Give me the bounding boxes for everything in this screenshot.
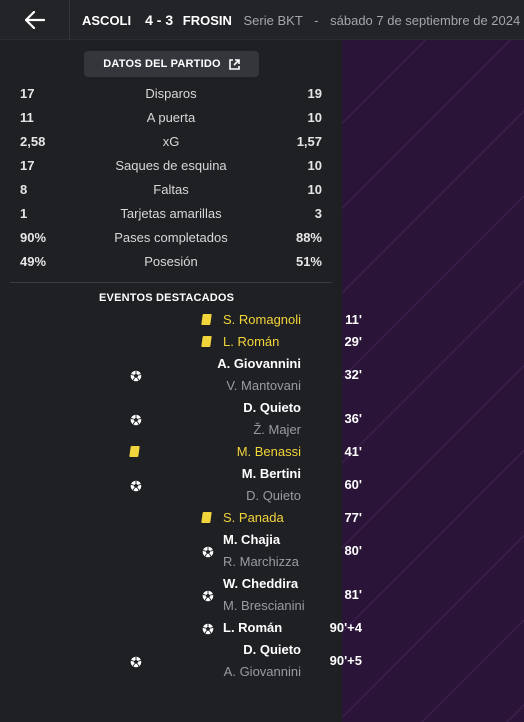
event-minute: 80' [344, 543, 362, 558]
stat-row: 8 Faltas 10 [20, 182, 322, 200]
back-button[interactable] [0, 0, 70, 40]
event-minute: 81' [344, 587, 362, 602]
home-team-name: ASCOLI [82, 13, 132, 28]
event-minute: 90'+4 [329, 620, 362, 635]
goal-scorer[interactable]: L. Román [223, 620, 282, 635]
event-minute: 32' [344, 367, 362, 382]
event-minute: 41' [344, 444, 362, 459]
stat-row: 1 Tarjetas amarillas 3 [20, 206, 322, 224]
assist-player[interactable]: Ž. Majer [253, 422, 301, 437]
top-bar: ASCOLI 4 - 3 FROSIN Serie BKT - sábado 7 … [0, 0, 524, 40]
stat-label: Disparos [145, 86, 197, 101]
assist-player[interactable]: V. Mantovani [226, 378, 301, 393]
football-icon [130, 413, 142, 426]
stat-row: 49% Posesión 51% [20, 254, 322, 272]
stat-away-value: 51% [295, 254, 322, 269]
football-icon [202, 589, 214, 602]
title-separator: - [314, 13, 319, 28]
assist-player[interactable]: A. Giovannini [224, 664, 301, 679]
goal-scorer[interactable]: D. Quieto [243, 400, 301, 415]
stat-label: Faltas [153, 182, 189, 197]
booked-player[interactable]: S. Romagnoli [223, 312, 301, 327]
stat-away-value: 19 [307, 86, 322, 101]
match-title: ASCOLI 4 - 3 FROSIN Serie BKT - sábado 7 … [82, 12, 520, 28]
stat-label: Pases completados [114, 230, 228, 245]
stat-label: Saques de esquina [115, 158, 227, 173]
event-minute: 60' [344, 477, 362, 492]
stat-away-value: 10 [307, 110, 322, 125]
stat-away-value: 10 [307, 158, 322, 173]
football-icon [202, 545, 214, 558]
yellow-card-icon [201, 314, 212, 325]
football-icon [202, 622, 214, 635]
yellow-card-icon [201, 336, 212, 347]
assist-player[interactable]: M. Brescianini [223, 598, 305, 613]
stat-label: A puerta [146, 110, 196, 125]
yellow-card-icon [129, 446, 140, 457]
goal-scorer[interactable]: D. Quieto [243, 642, 301, 657]
assist-player[interactable]: R. Marchizza [223, 554, 299, 569]
match-date: sábado 7 de septiembre de 2024 [330, 13, 521, 28]
match-stats-title: DATOS DEL PARTIDO [103, 58, 221, 70]
stat-row: 2,58 xG 1,57 [20, 134, 322, 152]
stat-away-value: 1,57 [296, 134, 322, 149]
events-title: EVENTOS DESTACADOS [99, 292, 235, 304]
stat-row: 90% Pases completados 88% [20, 230, 322, 248]
football-icon [130, 369, 142, 382]
external-link-icon [228, 58, 240, 70]
match-score: 4 - 3 [145, 12, 174, 28]
booked-player[interactable]: L. Román [223, 334, 279, 349]
booked-player[interactable]: M. Benassi [237, 444, 301, 459]
stat-label: xG [162, 134, 180, 149]
stat-label: Tarjetas amarillas [120, 206, 222, 221]
goal-scorer[interactable]: W. Cheddira [223, 576, 298, 591]
stat-label: Posesión [144, 254, 198, 269]
booked-player[interactable]: S. Panada [223, 510, 284, 525]
event-minute: 11' [345, 312, 362, 327]
stat-row: 11 A puerta 10 [20, 110, 322, 128]
assist-player[interactable]: D. Quieto [246, 488, 301, 503]
arrow-left-icon [24, 11, 45, 29]
match-stats-button[interactable]: DATOS DEL PARTIDO [84, 51, 259, 77]
away-team-name: FROSIN [182, 13, 232, 28]
stat-away-value: 10 [307, 182, 322, 197]
stat-away-value: 88% [295, 230, 322, 245]
stat-away-value: 3 [314, 206, 322, 221]
stat-row: 17 Saques de esquina 10 [20, 158, 322, 176]
divider [10, 282, 332, 283]
stat-row: 17 Disparos 19 [20, 86, 322, 104]
event-minute: 77' [344, 510, 362, 525]
event-minute: 36' [344, 411, 362, 426]
goal-scorer[interactable]: M. Chajia [223, 532, 280, 547]
event-minute: 29' [344, 334, 362, 349]
competition-name: Serie BKT [243, 13, 303, 28]
football-icon [130, 655, 142, 668]
goal-scorer[interactable]: A. Giovannini [217, 356, 301, 371]
goal-scorer[interactable]: M. Bertini [242, 466, 301, 481]
event-minute: 90'+5 [329, 653, 362, 668]
football-icon [130, 479, 142, 492]
decorative-background [342, 40, 524, 722]
yellow-card-icon [201, 512, 212, 523]
